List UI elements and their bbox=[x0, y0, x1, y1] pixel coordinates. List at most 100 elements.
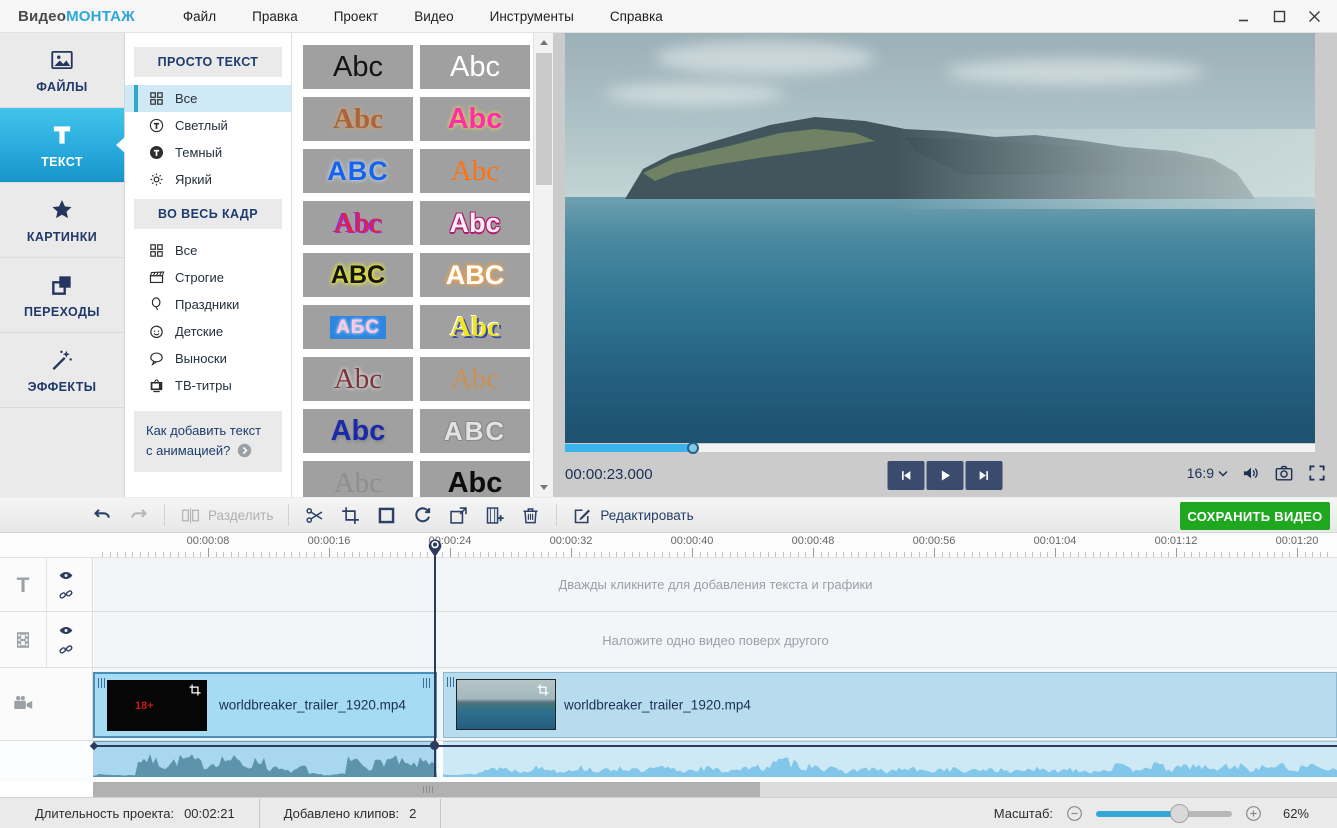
eye-visibility-icon[interactable] bbox=[58, 622, 74, 638]
maximize-icon[interactable] bbox=[1273, 10, 1286, 23]
category-item-все[interactable]: Все bbox=[125, 85, 291, 112]
grid-scrollbar[interactable] bbox=[533, 33, 553, 497]
aspect-ratio-value: 16:9 bbox=[1187, 465, 1214, 481]
text-style-tile-17[interactable]: Abc bbox=[303, 461, 413, 497]
rotate-icon[interactable] bbox=[412, 505, 433, 526]
delete-trash-icon[interactable] bbox=[520, 505, 541, 526]
tile-sample-text: Abc bbox=[450, 53, 500, 82]
clip-left-grip[interactable] bbox=[98, 678, 107, 688]
text-style-tile-18[interactable]: Abc bbox=[420, 461, 530, 497]
overlay-track[interactable]: Наложите одно видео поверх другого bbox=[0, 612, 1337, 668]
tv-icon bbox=[148, 377, 165, 394]
category-item-строгие[interactable]: Строгие bbox=[125, 264, 291, 291]
category-item-праздники[interactable]: Праздники bbox=[125, 291, 291, 318]
overlay-track-gutter bbox=[0, 612, 93, 667]
text-style-tile-8[interactable]: Abc bbox=[420, 201, 530, 245]
sidebar-item-переходы[interactable]: ПЕРЕХОДЫ bbox=[0, 258, 124, 333]
zoom-in-icon[interactable] bbox=[1244, 804, 1263, 823]
text-style-tile-5[interactable]: ABC bbox=[303, 149, 413, 193]
help-link-animated-text[interactable]: Как добавить текстс анимацией? bbox=[134, 411, 282, 472]
sidebar-item-файлы[interactable]: ФАЙЛЫ bbox=[0, 33, 124, 108]
video-clip-2[interactable]: worldbreaker_trailer_1920.mp4 bbox=[443, 672, 1337, 738]
menu-item-проект[interactable]: Проект bbox=[334, 9, 378, 24]
playhead-pin[interactable] bbox=[427, 536, 443, 558]
video-clip-1[interactable]: 18+ worldbreaker_trailer_1920.mp4 bbox=[93, 672, 437, 738]
text-style-tile-14[interactable]: Abc bbox=[420, 357, 530, 401]
playback-progressbar[interactable] bbox=[565, 444, 1315, 452]
edit-button[interactable]: Редактировать bbox=[572, 505, 693, 526]
menu-item-видео[interactable]: Видео bbox=[414, 9, 453, 24]
scrollbar-thumb[interactable] bbox=[536, 53, 552, 185]
zoom-out-icon[interactable] bbox=[1065, 804, 1084, 823]
text-style-tile-10[interactable]: ABC bbox=[420, 253, 530, 297]
aspect-ratio-dropdown[interactable]: 16:9 bbox=[1187, 465, 1228, 481]
text-style-tile-15[interactable]: Abc bbox=[303, 409, 413, 453]
text-style-tile-1[interactable]: Abc bbox=[303, 45, 413, 89]
text-style-tile-16[interactable]: ABC bbox=[420, 409, 530, 453]
text-style-tile-9[interactable]: ABC bbox=[303, 253, 413, 297]
menu-item-правка[interactable]: Правка bbox=[252, 9, 298, 24]
menu-item-инструменты[interactable]: Инструменты bbox=[490, 9, 574, 24]
cut-scissors-icon[interactable] bbox=[304, 505, 325, 526]
text-category-panel: ПРОСТО ТЕКСТВсеСветлыйТемныйЯркийВО ВЕСЬ… bbox=[125, 33, 292, 497]
volume-envelope-line[interactable] bbox=[93, 745, 1337, 747]
clip-right-grip[interactable] bbox=[423, 678, 432, 688]
hscroll-thumb[interactable] bbox=[93, 782, 760, 797]
sidebar-item-текст[interactable]: ТЕКСТ bbox=[0, 108, 124, 183]
timeline-ruler[interactable]: 00:00:0800:00:1600:00:2400:00:3200:00:40… bbox=[0, 533, 1337, 558]
scroll-up-icon[interactable] bbox=[534, 34, 554, 51]
scale-icon[interactable] bbox=[448, 505, 469, 526]
playhead-line[interactable] bbox=[434, 556, 436, 777]
sidebar-item-картинки[interactable]: КАРТИНКИ bbox=[0, 183, 124, 258]
text-style-tile-12[interactable]: Abc bbox=[420, 305, 530, 349]
volume-icon[interactable] bbox=[1241, 463, 1261, 483]
play-button[interactable] bbox=[927, 461, 964, 490]
progress-handle[interactable] bbox=[687, 442, 699, 454]
clip-left-grip[interactable] bbox=[447, 677, 456, 687]
video-preview[interactable] bbox=[565, 33, 1315, 443]
close-icon[interactable] bbox=[1308, 10, 1321, 23]
scroll-down-icon[interactable] bbox=[534, 479, 554, 496]
category-item-светлый[interactable]: Светлый bbox=[125, 112, 291, 139]
prev-frame-button[interactable] bbox=[888, 461, 925, 490]
save-video-button[interactable]: СОХРАНИТЬ ВИДЕО bbox=[1180, 502, 1330, 530]
category-item-выноски[interactable]: Выноски bbox=[125, 345, 291, 372]
text-style-tile-11[interactable]: АБС bbox=[303, 305, 413, 349]
text-style-tile-6[interactable]: Abc bbox=[420, 149, 530, 193]
hscroll-track[interactable] bbox=[93, 782, 1337, 797]
snapshot-camera-icon[interactable] bbox=[1274, 463, 1294, 483]
eye-visibility-icon[interactable] bbox=[58, 567, 74, 583]
tiles-container: AbcAbcAbcAbcABCAbcAbcAbcABCABCАБСAbcAbcA… bbox=[303, 45, 533, 497]
menu-item-файл[interactable]: Файл bbox=[183, 9, 216, 24]
zoom-slider-handle[interactable] bbox=[1170, 804, 1189, 823]
sidebar-item-эффекты[interactable]: ЭФФЕКТЫ bbox=[0, 333, 124, 408]
menu-item-справка[interactable]: Справка bbox=[610, 9, 663, 24]
category-item-все[interactable]: Все bbox=[125, 237, 291, 264]
category-item-детские[interactable]: Детские bbox=[125, 318, 291, 345]
tile-sample-text: Abc bbox=[451, 157, 499, 186]
text-style-tile-3[interactable]: Abc bbox=[303, 97, 413, 141]
category-item-темный[interactable]: Темный bbox=[125, 139, 291, 166]
text-track[interactable]: Дважды кликните для добавления текста и … bbox=[0, 558, 1337, 612]
text-style-tile-13[interactable]: Abc bbox=[303, 357, 413, 401]
frame-icon[interactable] bbox=[376, 505, 397, 526]
window-controls bbox=[1238, 10, 1321, 23]
text-style-tile-7[interactable]: Abc bbox=[303, 201, 413, 245]
add-clip-icon[interactable] bbox=[484, 505, 505, 526]
crop-icon[interactable] bbox=[340, 505, 361, 526]
zoom-slider[interactable] bbox=[1096, 811, 1232, 817]
undo-icon[interactable] bbox=[92, 505, 113, 526]
category-item-label: ТВ-титры bbox=[175, 378, 232, 393]
next-frame-button[interactable] bbox=[966, 461, 1003, 490]
audio-waveform-strip[interactable] bbox=[0, 741, 1337, 777]
clapperboard-icon bbox=[148, 269, 165, 286]
category-item-label: Детские bbox=[175, 324, 223, 339]
minimize-icon[interactable] bbox=[1238, 10, 1251, 23]
category-item-яркий[interactable]: Яркий bbox=[125, 166, 291, 193]
link-chain-icon[interactable] bbox=[58, 641, 74, 657]
text-style-tile-2[interactable]: Abc bbox=[420, 45, 530, 89]
text-style-tile-4[interactable]: Abc bbox=[420, 97, 530, 141]
fullscreen-icon[interactable] bbox=[1307, 463, 1327, 483]
link-chain-icon[interactable] bbox=[58, 586, 74, 602]
category-item-тв-титры[interactable]: ТВ-титры bbox=[125, 372, 291, 399]
